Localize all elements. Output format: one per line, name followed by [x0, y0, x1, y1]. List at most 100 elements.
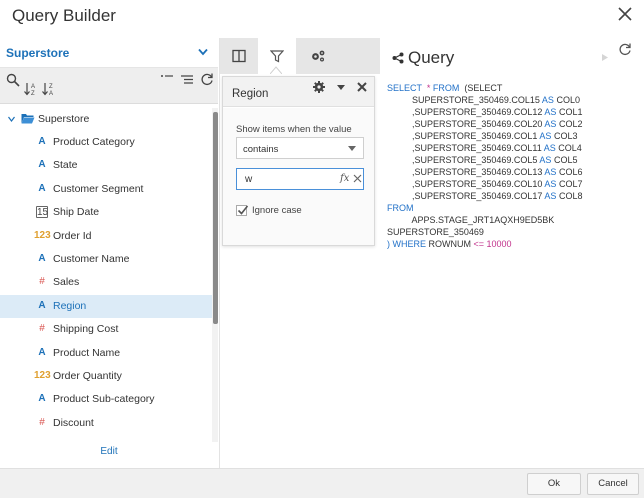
tab-settings[interactable]	[298, 38, 336, 74]
tree-root[interactable]: Superstore	[0, 108, 212, 131]
filter-header: Region	[223, 77, 374, 107]
tree-item[interactable]: 15 Ship Date	[0, 201, 212, 224]
filter-title: Region	[232, 88, 269, 100]
sql-keyword: FROM	[430, 83, 460, 93]
checkmark-icon	[237, 205, 248, 215]
datasource-select[interactable]: Superstore	[0, 38, 218, 68]
sort-ascending-icon[interactable]: A Z	[24, 82, 38, 96]
operator-select[interactable]: contains	[236, 137, 364, 159]
sql-token: (SELECT	[459, 83, 503, 93]
sql-token: ROWNUM	[426, 239, 474, 249]
tree-root-label: Superstore	[38, 113, 90, 125]
folder-open-icon	[21, 114, 35, 124]
sql-line: SUPERSTORE_350469.COL15 AS COL0	[387, 94, 580, 106]
tree-item-label: Discount	[53, 416, 94, 429]
sql-keyword: AS	[544, 119, 557, 129]
caret-down-icon[interactable]	[337, 85, 345, 91]
sql-line: ,SUPERSTORE_350469.COL1 AS COL3	[387, 130, 577, 142]
tree-item[interactable]: A Product Sub-category	[0, 388, 212, 411]
fields-tree: Superstore A Product Category A State A Custo…	[0, 108, 212, 442]
clear-icon[interactable]	[353, 174, 362, 183]
datasource-label: Superstore	[6, 46, 70, 60]
list-view-icon[interactable]	[180, 73, 194, 87]
sql-token: COL1	[556, 107, 583, 117]
ok-button[interactable]: Ok	[527, 473, 581, 495]
sql-line: ,SUPERSTORE_350469.COL5 AS COL5	[387, 154, 577, 166]
edit-link[interactable]: Edit	[0, 446, 218, 457]
tree-item-label: Region	[53, 299, 87, 312]
sql-token: COL5	[551, 155, 578, 165]
ignore-case-label: Ignore case	[252, 205, 302, 216]
formula-icon[interactable]: fx	[340, 173, 349, 184]
text-type-icon: A	[38, 393, 46, 405]
number-type-icon: #	[39, 276, 45, 288]
tree-item[interactable]: A State	[0, 154, 212, 177]
tree-item-label: Product Name	[53, 346, 121, 359]
tree-item[interactable]: # Shipping Cost	[0, 318, 212, 341]
sql-keyword: AS	[543, 143, 556, 153]
sql-token: ,SUPERSTORE_350469.COL13	[387, 167, 545, 177]
sort-descending-icon[interactable]: Z A	[42, 82, 56, 96]
list-indent-icon[interactable]	[160, 72, 174, 86]
tree-item[interactable]: A Product Category	[0, 131, 212, 154]
ignore-case-checkbox[interactable]	[236, 205, 248, 216]
tree-item[interactable]: 123 Order Id	[0, 225, 212, 248]
scrollbar-thumb[interactable]	[213, 112, 218, 324]
gear-icon[interactable]	[313, 81, 325, 93]
tab-layout[interactable]	[220, 38, 258, 74]
close-icon[interactable]	[356, 81, 368, 93]
svg-text:A: A	[31, 84, 35, 90]
sql-literal: <=	[473, 239, 485, 249]
svg-text:A: A	[49, 91, 53, 96]
sql-line: ,SUPERSTORE_350469.COL11 AS COL4	[387, 142, 582, 154]
sql-line: ,SUPERSTORE_350469.COL12 AS COL1	[387, 106, 582, 118]
sql-keyword: AS	[541, 95, 554, 105]
operator-value: contains	[243, 144, 279, 155]
sql-token: COL7	[556, 179, 583, 189]
tab-pointer	[270, 66, 282, 74]
filter-value-input[interactable]: w fx	[236, 168, 364, 190]
sql-keyword: AS	[544, 191, 557, 201]
fields-panel: Superstore A Z Z A Superstore A Product …	[0, 38, 220, 468]
sql-token: ,SUPERSTORE_350469.COL12	[387, 107, 545, 117]
tree-item-label: Product Category	[53, 136, 135, 148]
sql-token: SUPERSTORE_350469	[387, 227, 484, 237]
sql-line: ,SUPERSTORE_350469.COL10 AS COL7	[387, 178, 582, 190]
tree-item-label: Order Id	[53, 229, 92, 242]
cancel-button[interactable]: Cancel	[587, 473, 639, 495]
sql-keyword: AS	[544, 167, 557, 177]
close-icon[interactable]	[616, 5, 634, 23]
search-icon[interactable]	[6, 73, 20, 87]
text-type-icon: A	[38, 299, 46, 311]
sql-keyword: ) WHERE	[387, 239, 426, 249]
title-bar: Query Builder	[0, 0, 644, 36]
tree-item-label: State	[53, 159, 78, 172]
tree-item[interactable]: # Sales	[0, 271, 212, 294]
chevron-down-icon	[198, 48, 208, 56]
refresh-icon[interactable]	[200, 72, 214, 86]
tree-scrollbar[interactable]	[212, 108, 218, 442]
tree-item[interactable]: A Customer Segment	[0, 178, 212, 201]
tree-item[interactable]: A Region	[0, 294, 212, 318]
text-type-icon: A	[38, 346, 46, 358]
sql-token: COL0	[553, 95, 580, 105]
filter-popup: Region	[222, 76, 375, 246]
number-type-icon: #	[39, 323, 45, 335]
sql-token: ,SUPERSTORE_350469.COL5	[387, 155, 540, 165]
refresh-icon[interactable]	[618, 42, 632, 56]
tree-item[interactable]: A Customer Name	[0, 248, 212, 271]
sql-line: ,SUPERSTORE_350469.COL17 AS COL8	[387, 190, 582, 202]
tree-item-label: Shipping Cost	[53, 323, 119, 336]
sql-keyword: AS	[539, 155, 552, 165]
sql-token: COL2	[556, 119, 583, 129]
tree-item[interactable]: A Product Name	[0, 342, 212, 365]
caret-right-icon[interactable]	[602, 54, 608, 61]
tree-item[interactable]: # Discount	[0, 412, 212, 435]
dialog-footer: Ok Cancel	[0, 468, 644, 498]
sql-line: FROM	[387, 202, 414, 214]
sql-line: ) WHERE ROWNUM <= 10000	[387, 238, 512, 250]
tree-item[interactable]: 123 Order Quantity	[0, 365, 212, 388]
chevron-down-icon[interactable]	[8, 116, 15, 122]
text-type-icon: A	[38, 136, 46, 147]
calendar-icon: 15	[36, 206, 49, 219]
